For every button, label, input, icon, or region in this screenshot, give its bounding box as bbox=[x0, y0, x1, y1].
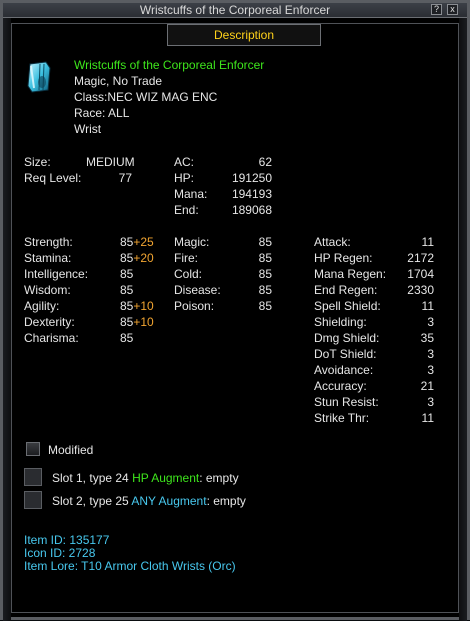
mod-label: Avoidance: bbox=[314, 363, 374, 377]
item-id: Item ID: 135177 bbox=[24, 533, 110, 547]
window-right-frame bbox=[459, 17, 467, 621]
stat-label: Dexterity: bbox=[24, 315, 75, 329]
resist-value: 85 bbox=[258, 267, 272, 281]
mod-value: 35 bbox=[420, 331, 434, 345]
mod-value: 1704 bbox=[407, 267, 434, 281]
mod-label: Mana Regen: bbox=[314, 267, 387, 281]
description-header: Description bbox=[167, 24, 321, 46]
resist-label: Fire: bbox=[174, 251, 198, 265]
mod-label: Stun Resist: bbox=[314, 395, 379, 409]
stat-value: 85 bbox=[120, 331, 134, 345]
mod-label: Spell Shield: bbox=[314, 299, 381, 313]
mod-value: 21 bbox=[420, 379, 434, 393]
augment-slot-1-text: Slot 1, type 24 HP Augment: empty bbox=[52, 471, 239, 485]
augment-slot-2[interactable] bbox=[24, 491, 42, 509]
title-bar[interactable]: Wristcuffs of the Corporeal Enforcer ? x bbox=[3, 3, 467, 18]
item-lore: Item Lore: T10 Armor Cloth Wrists (Orc) bbox=[24, 559, 236, 573]
item-window: Wristcuffs of the Corporeal Enforcer ? x… bbox=[0, 0, 470, 621]
stat-value: 85+10 bbox=[120, 315, 154, 329]
augment-slot-2-text: Slot 2, type 25 ANY Augment: empty bbox=[52, 494, 246, 508]
mod-label: HP Regen: bbox=[314, 251, 373, 265]
stat-value: 85+25 bbox=[120, 235, 154, 249]
item-class: Class:NEC WIZ MAG ENC bbox=[74, 90, 218, 104]
mod-label: DoT Shield: bbox=[314, 347, 377, 361]
window-title: Wristcuffs of the Corporeal Enforcer bbox=[139, 3, 331, 17]
mod-label: Accuracy: bbox=[314, 379, 367, 393]
resist-label: Cold: bbox=[174, 267, 203, 281]
ac-value: 62 bbox=[258, 155, 272, 169]
stat-value: 85 bbox=[120, 283, 134, 297]
hp-label: HP: bbox=[174, 171, 195, 185]
mod-value: 3 bbox=[427, 395, 434, 409]
ac-label: AC: bbox=[174, 155, 195, 169]
mod-value: 3 bbox=[427, 347, 434, 361]
size-value: MEDIUM bbox=[86, 155, 135, 169]
stat-value: 85+20 bbox=[120, 251, 154, 265]
size-label: Size: bbox=[24, 155, 51, 169]
mod-value: 3 bbox=[427, 315, 434, 329]
req-level-label: Req Level: bbox=[24, 171, 82, 185]
mana-label: Mana: bbox=[174, 187, 208, 201]
mod-label: Dmg Shield: bbox=[314, 331, 380, 345]
mod-value: 2172 bbox=[407, 251, 434, 265]
icon-id: Icon ID: 2728 bbox=[24, 546, 96, 560]
mod-label: Strike Thr: bbox=[314, 411, 370, 425]
mod-label: End Regen: bbox=[314, 283, 378, 297]
item-slot: Wrist bbox=[74, 122, 102, 136]
resist-label: Poison: bbox=[174, 299, 215, 313]
stat-value: 85 bbox=[120, 267, 134, 281]
hp-value: 191250 bbox=[231, 171, 272, 185]
mod-value: 11 bbox=[421, 299, 434, 313]
item-flags: Magic, No Trade bbox=[74, 74, 163, 88]
stat-label: Strength: bbox=[24, 235, 73, 249]
resist-value: 85 bbox=[258, 251, 272, 265]
mod-label: Attack: bbox=[314, 235, 351, 249]
resist-value: 85 bbox=[258, 235, 272, 249]
wristcuff-icon[interactable] bbox=[22, 60, 56, 94]
mod-value: 3 bbox=[427, 363, 434, 377]
stat-label: Agility: bbox=[24, 299, 60, 313]
resist-label: Disease: bbox=[174, 283, 221, 297]
mod-value: 2330 bbox=[407, 283, 434, 297]
stat-value: 85+10 bbox=[120, 299, 154, 313]
modified-label: Modified bbox=[48, 443, 94, 457]
req-level-value: 77 bbox=[118, 171, 132, 185]
resist-value: 85 bbox=[258, 283, 272, 297]
resist-value: 85 bbox=[258, 299, 272, 313]
modified-checkbox[interactable] bbox=[26, 442, 40, 456]
end-label: End: bbox=[174, 203, 199, 217]
close-button[interactable]: x bbox=[447, 4, 458, 15]
item-name: Wristcuffs of the Corporeal Enforcer bbox=[74, 58, 265, 72]
stat-label: Wisdom: bbox=[24, 283, 71, 297]
augment-slot-1[interactable] bbox=[24, 468, 42, 486]
stat-label: Stamina: bbox=[24, 251, 72, 265]
help-button[interactable]: ? bbox=[431, 4, 442, 15]
stat-label: Intelligence: bbox=[24, 267, 89, 281]
window-left-frame bbox=[3, 17, 11, 621]
resist-label: Magic: bbox=[174, 235, 210, 249]
description-panel: Description Wristcuffs of the Corporeal … bbox=[11, 23, 459, 613]
mod-label: Shielding: bbox=[314, 315, 367, 329]
mod-value: 11 bbox=[421, 411, 434, 425]
item-race: Race: ALL bbox=[74, 106, 130, 120]
mana-value: 194193 bbox=[231, 187, 272, 201]
stat-label: Charisma: bbox=[24, 331, 79, 345]
mod-value: 11 bbox=[421, 235, 434, 249]
end-value: 189068 bbox=[231, 203, 272, 217]
